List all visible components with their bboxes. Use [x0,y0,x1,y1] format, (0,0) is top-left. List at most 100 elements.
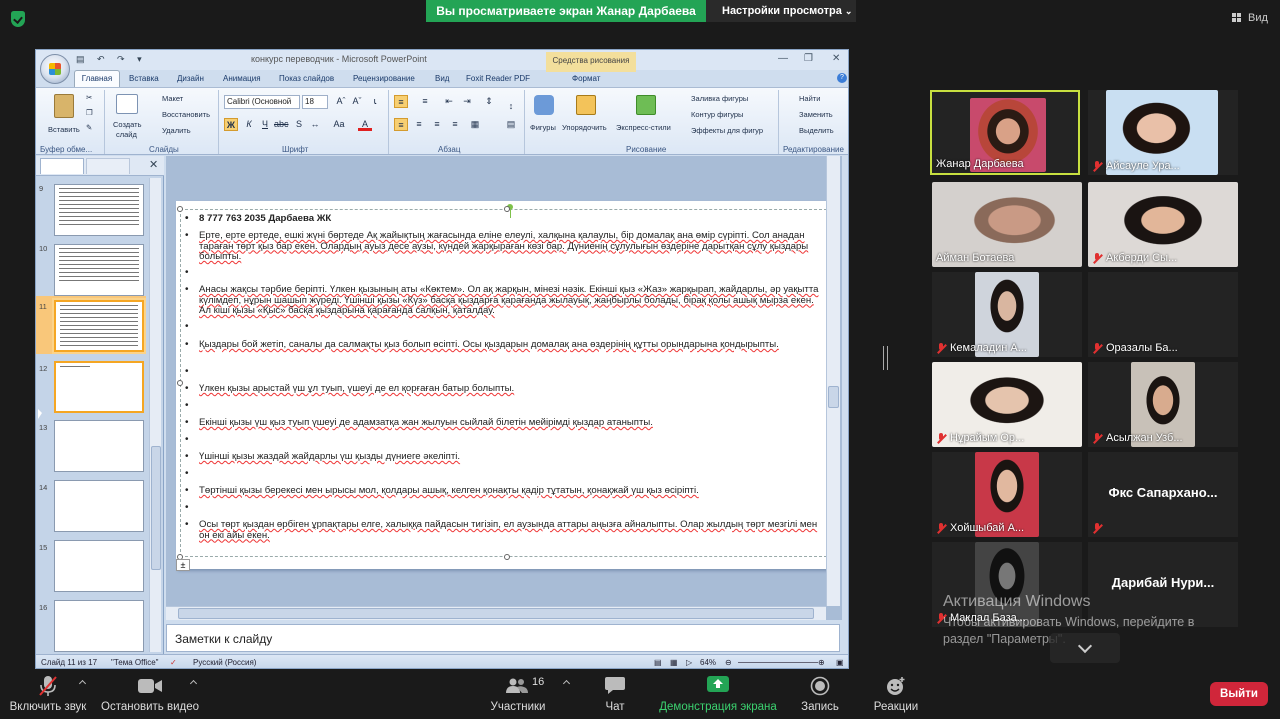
minimize-button[interactable]: — [778,53,788,64]
close-panel-icon[interactable]: ✕ [149,158,158,171]
slide-text-box[interactable]: 8 777 763 2035 Дарбаева ЖК Ерте, ерте ер… [177,204,835,560]
help-icon[interactable]: ? [837,73,847,83]
arrange-icon[interactable] [576,95,596,115]
slide-thumbnail-16[interactable] [54,600,144,652]
shape-effects-button[interactable]: Эффекты для фигур [691,126,763,135]
sorter-view-icon[interactable]: ▦ [670,658,678,667]
font-size-select[interactable]: 18 [302,95,328,109]
text-direction-icon[interactable]: ↕ [504,100,518,113]
line-spacing-button[interactable]: ⇕ [482,95,496,108]
restore-button[interactable]: ❐ [804,53,813,64]
tab-home[interactable]: Главная [74,70,120,88]
slide-horizontal-scrollbar[interactable] [166,606,826,620]
tab-foxit[interactable]: Foxit Reader PDF [466,74,530,83]
participant-tile-1[interactable]: Айсауле Ура... [1088,90,1238,175]
layout-button[interactable]: Макет [162,94,183,103]
tab-slideshow[interactable]: Показ слайдов [279,74,334,83]
chat-button[interactable]: Чат [592,669,638,719]
align-left-button[interactable]: ≡ [394,118,408,131]
cut-icon[interactable]: ✂ [86,93,92,102]
slide-hscroll-thumb[interactable] [178,608,814,619]
shape-fill-button[interactable]: Заливка фигуры [691,94,748,103]
grow-font-icon[interactable]: Aˆ [334,95,348,108]
shapes-button[interactable]: Фигуры [530,123,556,132]
tab-view[interactable]: Вид [435,74,449,83]
tab-slides[interactable] [40,158,84,174]
quick-styles-icon[interactable] [636,95,656,115]
reset-button[interactable]: Восстановить [162,110,210,119]
slide-thumbnail-13[interactable] [54,420,144,472]
shadow-button[interactable]: S [292,118,306,131]
slide-thumbnail-10[interactable] [54,244,144,296]
spellcheck-icon[interactable]: ✓ [170,658,177,667]
new-slide-button-l2[interactable]: слайд [116,130,137,139]
resize-handle[interactable] [177,380,183,386]
tab-animation[interactable]: Анимация [223,74,261,83]
delete-button[interactable]: Удалить [162,126,191,135]
bold-button[interactable]: Ж [224,118,238,131]
strikethrough-button[interactable]: abc [274,118,289,131]
office-button[interactable] [40,54,70,84]
new-slide-icon[interactable] [116,94,138,114]
leave-button[interactable]: Выйти [1210,682,1268,706]
paste-icon[interactable] [54,94,74,118]
slide-scroll-thumb[interactable] [828,386,839,408]
tab-format[interactable]: Формат [572,74,600,83]
participant-tile-3[interactable]: Акберди Сы... [1088,182,1238,267]
tab-outline[interactable] [86,158,130,174]
resize-handle[interactable] [504,554,510,560]
participant-tile-2[interactable]: Айман Ботаева [932,182,1082,267]
participant-tile-4[interactable]: Кемаладин А... [932,272,1082,357]
paste-button[interactable]: Вставить [48,125,80,134]
slide-thumbnail-14[interactable] [54,480,144,532]
slide-vertical-scrollbar[interactable] [826,156,840,606]
slide-thumbnail-15[interactable] [54,540,144,592]
font-color-button[interactable]: A [358,118,372,131]
clear-format-icon[interactable]: ⍳ [368,95,382,108]
bullets-button[interactable]: ≡ [394,95,408,108]
gallery-resize-handle[interactable] [883,346,888,370]
align-center-button[interactable]: ≡ [412,118,426,131]
replace-button[interactable]: Заменить [799,110,833,119]
thumbs-scroll-thumb[interactable] [151,446,161,570]
gallery-scroll-down-button[interactable] [1050,633,1120,663]
case-button[interactable]: Aa [332,118,346,131]
quick-styles-button[interactable]: Экспресс-стили [616,123,671,132]
resize-handle[interactable] [504,206,510,212]
font-name-select[interactable]: Calibri (Основной [224,95,300,109]
view-settings-button[interactable]: Настройки просмотра ⌄ [706,0,856,22]
copy-icon[interactable]: ❐ [86,108,93,117]
shape-outline-button[interactable]: Контур фигуры [691,110,743,119]
record-button[interactable]: Запись [796,669,844,719]
find-button[interactable]: Найти [799,94,820,103]
participants-options-caret[interactable] [562,679,571,688]
decrease-indent-button[interactable]: ⇤ [442,95,456,108]
view-button[interactable]: Вид [1248,12,1268,24]
slide-canvas[interactable]: 8 777 763 2035 Дарбаева ЖК Ерте, ерте ер… [176,201,835,571]
normal-view-icon[interactable]: ▤ [654,658,662,667]
new-slide-button-l1[interactable]: Создать [113,120,142,129]
participant-tile-9[interactable]: Фкс Сапархано... [1088,452,1238,537]
slide-thumbnail-12[interactable] [54,361,144,413]
unmute-button[interactable]: Включить звук [0,669,96,719]
fit-window-icon[interactable]: ▣ [836,658,844,667]
tab-insert[interactable]: Вставка [129,74,159,83]
participants-button[interactable]: 16 Участники [484,669,552,719]
participant-tile-6[interactable]: Нұрайым Ор... [932,362,1082,447]
underline-button[interactable]: Ч [258,118,272,131]
status-language[interactable]: Русский (Россия) [193,658,256,667]
increase-indent-button[interactable]: ⇥ [460,95,474,108]
italic-button[interactable]: К [242,118,256,131]
shrink-font-icon[interactable]: Aˇ [350,95,364,108]
shapes-icon[interactable] [534,95,554,115]
slideshow-view-icon[interactable]: ▷ [686,658,692,667]
slide-thumbnail-11[interactable] [54,300,144,352]
zoom-out-icon[interactable]: ⊖ [725,658,732,667]
slide-notes-field[interactable]: Заметки к слайду [166,624,840,652]
autofit-options-icon[interactable]: ± [176,559,190,571]
numbering-button[interactable]: ≡ [418,95,432,108]
resize-handle[interactable] [177,206,183,212]
thumbs-scrollbar[interactable] [149,178,161,652]
tab-review[interactable]: Рецензирование [353,74,415,83]
tab-design[interactable]: Дизайн [177,74,204,83]
